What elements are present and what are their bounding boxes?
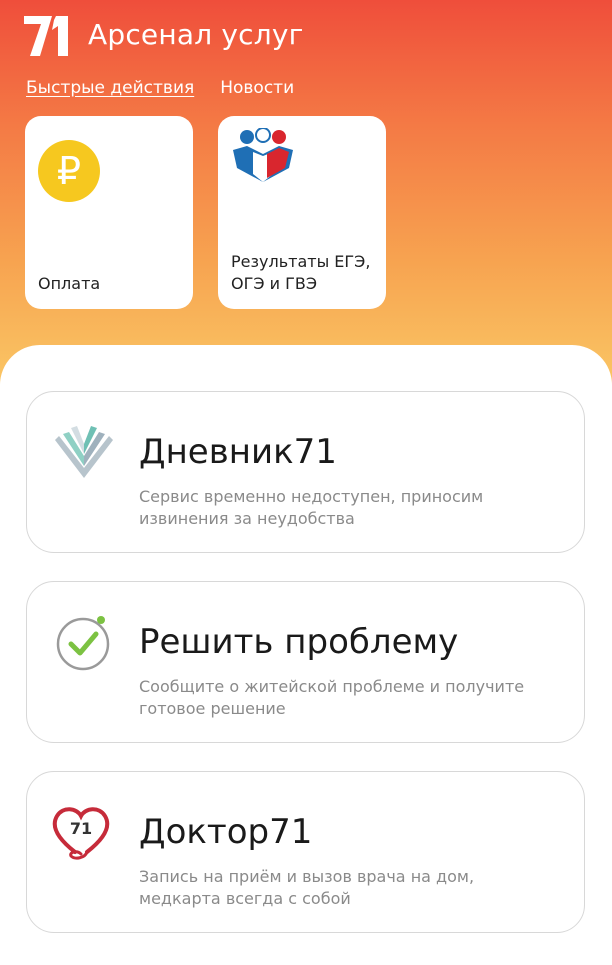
service-card-dnevnik[interactable]: Дневник71 Сервис временно недоступен, пр…	[26, 391, 585, 553]
quick-action-exam-results[interactable]: Результаты ЕГЭ, ОГЭ и ГВЭ	[218, 116, 386, 309]
tab-news[interactable]: Новости	[220, 78, 294, 98]
check-circle-icon	[56, 616, 110, 671]
open-book-icon	[55, 426, 113, 478]
quick-action-label: Оплата	[38, 274, 101, 293]
heart-icon-text: 71	[70, 819, 92, 838]
service-card-solve-problem[interactable]: Решить проблему Сообщите о житейской про…	[26, 581, 585, 743]
quick-action-payment[interactable]: ₽ Оплата	[25, 116, 193, 309]
service-title: Дневник71	[139, 432, 337, 472]
service-title: Решить проблему	[139, 622, 459, 662]
service-title: Доктор71	[139, 812, 313, 852]
service-card-doktor[interactable]: 71 Доктор71 Запись на приём и вызов врач…	[26, 771, 585, 933]
exam-results-icon	[233, 128, 293, 182]
service-description: Запись на приём и вызов врача на дом, ме…	[139, 867, 475, 908]
service-description: Сообщите о житейской проблеме и получите…	[139, 677, 525, 718]
quick-action-label: Результаты ЕГЭ, ОГЭ и ГВЭ	[231, 252, 371, 293]
tab-bar: Быстрые действия Новости	[26, 78, 294, 98]
heart-71-icon: 71	[52, 807, 110, 860]
app-title: Арсенал услуг	[88, 18, 304, 51]
ruble-icon: ₽	[38, 140, 100, 202]
logo-71-icon	[24, 16, 68, 56]
service-description: Сервис временно недоступен, приносим изв…	[139, 487, 484, 528]
tab-quick-actions[interactable]: Быстрые действия	[26, 78, 194, 98]
